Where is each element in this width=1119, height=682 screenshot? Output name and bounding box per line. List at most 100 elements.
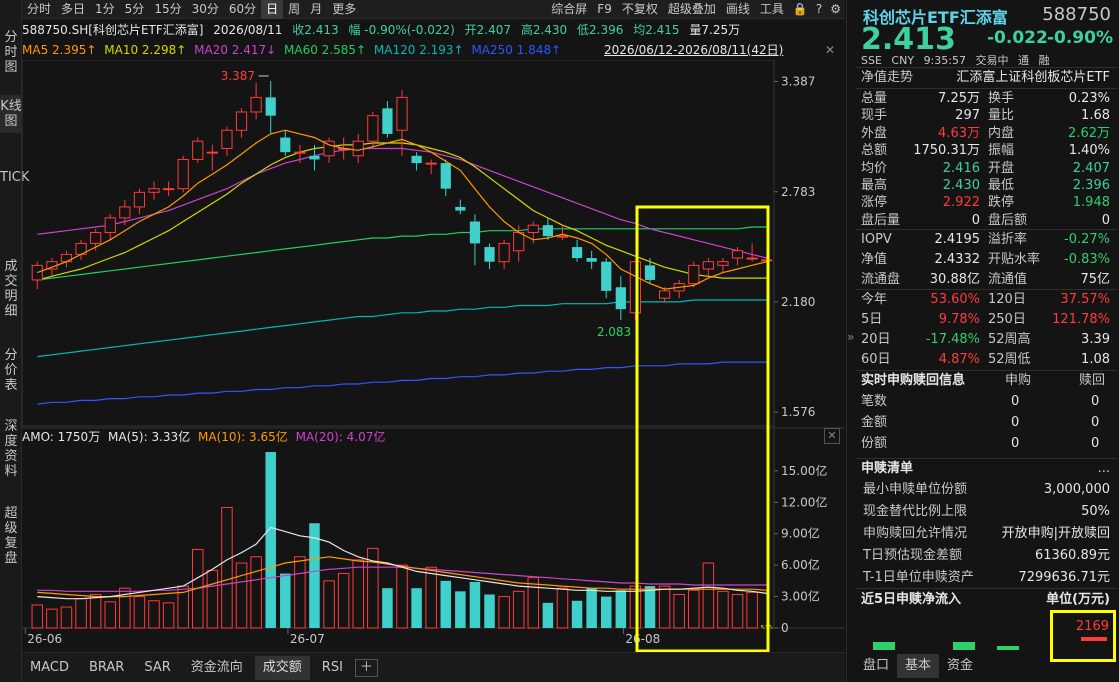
stat-row: 60日 4.87% 52周低 1.08 xyxy=(847,350,1119,369)
tab-basic[interactable]: 基本 xyxy=(897,654,940,678)
candle-body-up xyxy=(90,231,102,244)
stat-label: 5日 xyxy=(861,312,883,327)
stat-label: 振幅 xyxy=(988,143,1015,159)
subscribe-col: 申购 xyxy=(1005,373,1032,388)
stat-label: 流通盘 xyxy=(861,272,901,287)
close-icon[interactable]: ✕ xyxy=(825,40,835,60)
period-intraday[interactable]: 分时 xyxy=(22,0,56,19)
tong-badge: 通 xyxy=(1017,54,1029,67)
kline-chart[interactable]: 3.387 2.783 2.180 1.576 15.00亿 12.00亿 9.00亿 6.0… xyxy=(21,59,845,653)
period-multiday[interactable]: 多日 xyxy=(56,0,90,19)
trading-status: 交易中 xyxy=(975,54,1009,67)
nav-super-review[interactable]: 超级复盘 xyxy=(0,502,22,570)
tab-sar[interactable]: SAR xyxy=(136,656,178,680)
stat-label: 内盘 xyxy=(988,125,1015,141)
stat-row: 净值 2.4332 开贴水率 -0.83% xyxy=(847,250,1119,269)
composite-screen-button[interactable]: 综合屏 xyxy=(546,0,592,19)
volume-bar-up xyxy=(717,590,729,629)
tab-brar[interactable]: BRAR xyxy=(81,656,132,680)
volume-bar-down xyxy=(280,573,291,628)
row-label: 现金替代比例上限 xyxy=(863,504,968,519)
stat-label: 开盘 xyxy=(988,160,1015,176)
stat-value: 1750.31万 xyxy=(913,143,980,159)
nav-depth-info[interactable]: 深度资料 xyxy=(0,415,22,483)
super-overlay-button[interactable]: 超级叠加 xyxy=(663,0,721,19)
panel-tabs: 盘口 基本 资金 xyxy=(855,654,981,678)
price-axis-label: 2.783 xyxy=(781,185,815,199)
stat-row: 盘后量 0 盘后额 0 xyxy=(847,211,1119,230)
stat-row: 外盘 4.63万 内盘 2.62万 xyxy=(847,124,1119,143)
no-adjust-button[interactable]: 不复权 xyxy=(617,0,663,19)
volume-bar-up xyxy=(352,559,364,629)
price-axis-label: 1.576 xyxy=(781,405,815,419)
f9-button[interactable]: F9 xyxy=(592,0,617,19)
nav-intraday[interactable]: 分时图 xyxy=(0,26,22,79)
period-month[interactable]: 月 xyxy=(305,0,327,19)
stat-label: 20日 xyxy=(861,332,891,347)
tab-turnover[interactable]: 成交额 xyxy=(254,655,310,680)
period-week[interactable]: 周 xyxy=(283,0,305,19)
stat-value: 30.88亿 xyxy=(929,272,980,287)
candle-body-up xyxy=(31,264,43,281)
volume-bar-up xyxy=(629,585,642,629)
stat-value: 4.63万 xyxy=(938,125,980,141)
candle-body-up xyxy=(396,96,408,131)
stat-value: 1.948 xyxy=(1072,195,1110,211)
row-value: 开放申购|开放赎回 xyxy=(1001,526,1110,541)
stat-value: 0.23% xyxy=(1068,91,1110,106)
settings-icon[interactable]: ⚙ xyxy=(826,0,845,19)
ma120-line xyxy=(37,299,767,358)
nav-tick[interactable]: TICK xyxy=(0,166,29,189)
chart-area[interactable]: 3.387 2.783 2.180 1.576 15.00亿 12.00亿 9.00亿 6.0… xyxy=(21,59,845,653)
period-30min[interactable]: 30分 xyxy=(187,0,224,19)
nav-trade-detail[interactable]: 成交明细 xyxy=(0,255,22,323)
stat-label: 均价 xyxy=(861,160,888,176)
period-5min[interactable]: 5分 xyxy=(120,0,150,19)
help-icon[interactable]: ? xyxy=(812,0,826,19)
period-more[interactable]: 更多 xyxy=(327,0,361,19)
candle-body-up xyxy=(629,261,642,314)
volume-bar-up xyxy=(702,562,715,629)
candle-body-up xyxy=(688,264,700,285)
nav-trend-row[interactable]: 净值走势 汇添富上证科创板芯片ETF xyxy=(847,68,1119,87)
avg-value: 均2.415 xyxy=(633,23,680,37)
period-60min[interactable]: 60分 xyxy=(224,0,261,19)
lock-icon[interactable]: 🔒 xyxy=(789,0,812,19)
tab-rsi[interactable]: RSI xyxy=(314,656,351,680)
nav-trend-label: 净值走势 xyxy=(861,70,914,85)
list-row: 申购赎回允许情况 开放申购|开放赎回 xyxy=(847,524,1119,543)
volume-bar-down xyxy=(542,602,554,628)
flow-bar xyxy=(873,642,895,650)
currency-label: CNY xyxy=(891,54,915,67)
date-range[interactable]: 2026/06/12-2026/08/11(42日) xyxy=(604,40,783,60)
stat-value: 2.922 xyxy=(942,195,980,211)
period-15min[interactable]: 15分 xyxy=(149,0,186,19)
tab-funds[interactable]: 资金 xyxy=(939,654,981,678)
collapse-icon[interactable]: » xyxy=(847,330,857,344)
tab-orderbook[interactable]: 盘口 xyxy=(855,654,897,678)
close-indicator-icon[interactable]: ✕ xyxy=(824,428,840,444)
tab-fund-flow[interactable]: 资金流向 xyxy=(183,656,251,680)
add-indicator-icon[interactable]: ＋ xyxy=(354,658,378,677)
amo-ma20: MA(20): 4.07亿 xyxy=(295,430,386,444)
flow-bar xyxy=(953,642,975,650)
ma250-line xyxy=(37,361,767,405)
stat-value: 4.87% xyxy=(938,352,980,367)
draw-line-button[interactable]: 画线 xyxy=(721,0,755,19)
nav-kline[interactable]: K线图 xyxy=(0,95,22,133)
amo-legend: AMO: 1750万 MA(5): 3.33亿 MA(10): 3.65亿 MA… xyxy=(22,428,845,446)
candle-body-up xyxy=(513,231,525,252)
tab-macd[interactable]: MACD xyxy=(22,656,77,680)
tools-button[interactable]: 工具 xyxy=(755,0,789,19)
period-toolbar: 分时 多日 1分 5分 15分 30分 60分 日 周 月 更多 综合屏 F9 … xyxy=(22,0,845,19)
stat-label: IOPV xyxy=(861,232,892,247)
candle-body-up xyxy=(250,96,262,113)
volume-bar-down xyxy=(440,580,452,628)
period-1min[interactable]: 1分 xyxy=(90,0,120,19)
volume-bar-up xyxy=(498,596,510,629)
period-day[interactable]: 日 xyxy=(261,0,284,19)
stat-value: 0 xyxy=(971,212,980,228)
list-more-button[interactable]: ... xyxy=(1098,459,1110,478)
nav-price-table[interactable]: 分价表 xyxy=(0,344,22,397)
stat-value: 75亿 xyxy=(1080,272,1110,287)
